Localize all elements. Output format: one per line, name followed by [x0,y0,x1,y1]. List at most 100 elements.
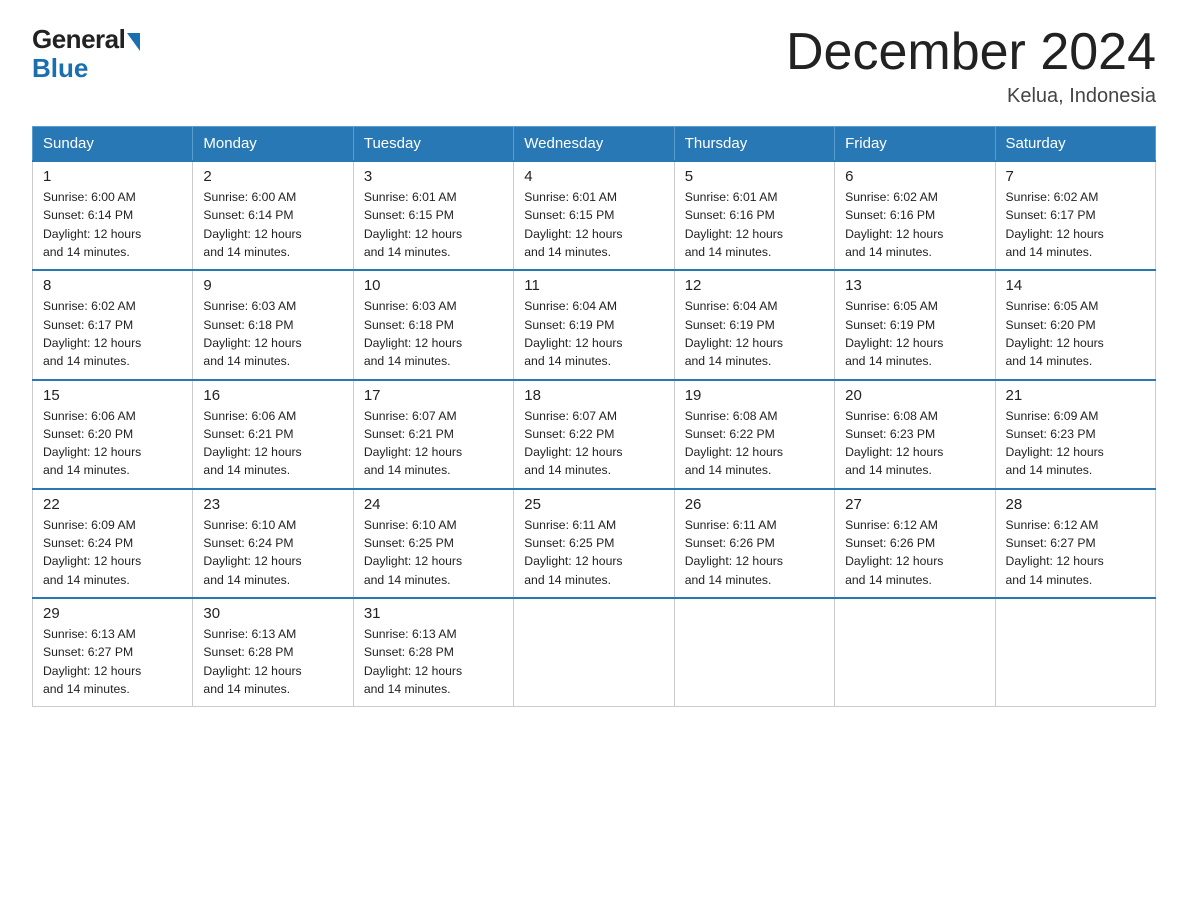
calendar-cell [514,598,674,707]
calendar-cell: 22 Sunrise: 6:09 AMSunset: 6:24 PMDayligh… [33,489,193,598]
calendar-cell: 12 Sunrise: 6:04 AMSunset: 6:19 PMDayligh… [674,270,834,379]
day-number: 26 [685,496,824,513]
day-info: Sunrise: 6:12 AMSunset: 6:27 PMDaylight:… [1006,516,1145,589]
logo: General Blue [32,24,140,84]
day-info: Sunrise: 6:03 AMSunset: 6:18 PMDaylight:… [203,297,342,370]
day-number: 15 [43,387,182,404]
day-number: 16 [203,387,342,404]
calendar-cell [835,598,995,707]
week-row-3: 15Sunrise: 6:06 AMSunset: 6:20 PMDayligh… [33,380,1156,489]
calendar-cell: 17 Sunrise: 6:07 AMSunset: 6:21 PMDayligh… [353,380,513,489]
day-number: 30 [203,605,342,622]
day-info: Sunrise: 6:13 AMSunset: 6:27 PMDaylight:… [43,625,182,698]
day-info: Sunrise: 6:06 AMSunset: 6:21 PMDaylight:… [203,407,342,480]
calendar-cell: 25Sunrise: 6:11 AMSunset: 6:25 PMDayligh… [514,489,674,598]
calendar-cell [995,598,1155,707]
day-number: 25 [524,496,663,513]
calendar-cell: 18 Sunrise: 6:07 AMSunset: 6:22 PMDayligh… [514,380,674,489]
day-number: 14 [1006,277,1145,294]
day-number: 3 [364,168,503,185]
day-number: 1 [43,168,182,185]
day-header-saturday: Saturday [995,127,1155,162]
day-header-tuesday: Tuesday [353,127,513,162]
day-number: 22 [43,496,182,513]
calendar-cell: 1Sunrise: 6:00 AMSunset: 6:14 PMDaylight… [33,161,193,270]
calendar-cell [674,598,834,707]
week-row-5: 29Sunrise: 6:13 AMSunset: 6:27 PMDayligh… [33,598,1156,707]
logo-arrow-icon [127,33,140,51]
calendar-cell: 20 Sunrise: 6:08 AMSunset: 6:23 PMDayligh… [835,380,995,489]
calendar-cell: 10 Sunrise: 6:03 AMSunset: 6:18 PMDayligh… [353,270,513,379]
day-number: 21 [1006,387,1145,404]
day-info: Sunrise: 6:13 AMSunset: 6:28 PMDaylight:… [203,625,342,698]
day-number: 2 [203,168,342,185]
day-info: Sunrise: 6:04 AMSunset: 6:19 PMDaylight:… [685,297,824,370]
day-info: Sunrise: 6:02 AMSunset: 6:17 PMDaylight:… [43,297,182,370]
day-number: 11 [524,277,663,294]
header-row: SundayMondayTuesdayWednesdayThursdayFrid… [33,127,1156,162]
day-number: 9 [203,277,342,294]
day-number: 31 [364,605,503,622]
day-info: Sunrise: 6:12 AMSunset: 6:26 PMDaylight:… [845,516,984,589]
day-number: 12 [685,277,824,294]
day-header-friday: Friday [835,127,995,162]
day-info: Sunrise: 6:01 AMSunset: 6:15 PMDaylight:… [364,188,503,261]
calendar-cell: 3 Sunrise: 6:01 AMSunset: 6:15 PMDaylight… [353,161,513,270]
page-header: General Blue December 2024 Kelua, Indone… [32,24,1156,108]
day-number: 19 [685,387,824,404]
calendar-cell: 15Sunrise: 6:06 AMSunset: 6:20 PMDayligh… [33,380,193,489]
day-info: Sunrise: 6:01 AMSunset: 6:16 PMDaylight:… [685,188,824,261]
week-row-4: 22 Sunrise: 6:09 AMSunset: 6:24 PMDayligh… [33,489,1156,598]
day-info: Sunrise: 6:03 AMSunset: 6:18 PMDaylight:… [364,297,503,370]
calendar-cell: 26 Sunrise: 6:11 AMSunset: 6:26 PMDayligh… [674,489,834,598]
day-header-wednesday: Wednesday [514,127,674,162]
calendar-table: SundayMondayTuesdayWednesdayThursdayFrid… [32,126,1156,707]
calendar-cell: 16 Sunrise: 6:06 AMSunset: 6:21 PMDayligh… [193,380,353,489]
calendar-cell: 2 Sunrise: 6:00 AMSunset: 6:14 PMDaylight… [193,161,353,270]
day-info: Sunrise: 6:10 AMSunset: 6:25 PMDaylight:… [364,516,503,589]
day-number: 27 [845,496,984,513]
calendar-cell: 19Sunrise: 6:08 AMSunset: 6:22 PMDayligh… [674,380,834,489]
day-info: Sunrise: 6:07 AMSunset: 6:21 PMDaylight:… [364,407,503,480]
day-number: 20 [845,387,984,404]
day-number: 7 [1006,168,1145,185]
day-number: 28 [1006,496,1145,513]
day-info: Sunrise: 6:07 AMSunset: 6:22 PMDaylight:… [524,407,663,480]
calendar-cell: 5 Sunrise: 6:01 AMSunset: 6:16 PMDaylight… [674,161,834,270]
calendar-cell: 31 Sunrise: 6:13 AMSunset: 6:28 PMDayligh… [353,598,513,707]
day-number: 18 [524,387,663,404]
calendar-cell: 21Sunrise: 6:09 AMSunset: 6:23 PMDayligh… [995,380,1155,489]
title-block: December 2024 Kelua, Indonesia [786,24,1156,108]
day-info: Sunrise: 6:08 AMSunset: 6:23 PMDaylight:… [845,407,984,480]
day-number: 23 [203,496,342,513]
day-info: Sunrise: 6:11 AMSunset: 6:26 PMDaylight:… [685,516,824,589]
calendar-cell: 24 Sunrise: 6:10 AMSunset: 6:25 PMDayligh… [353,489,513,598]
calendar-cell: 27 Sunrise: 6:12 AMSunset: 6:26 PMDayligh… [835,489,995,598]
month-title: December 2024 [786,24,1156,81]
day-number: 5 [685,168,824,185]
day-info: Sunrise: 6:02 AMSunset: 6:17 PMDaylight:… [1006,188,1145,261]
calendar-cell: 14Sunrise: 6:05 AMSunset: 6:20 PMDayligh… [995,270,1155,379]
week-row-1: 1 Sunrise: 6:00 AMSunset: 6:14 PMDaylight… [33,161,1156,270]
calendar-cell: 13 Sunrise: 6:05 AMSunset: 6:19 PMDayligh… [835,270,995,379]
day-header-monday: Monday [193,127,353,162]
day-number: 24 [364,496,503,513]
day-header-thursday: Thursday [674,127,834,162]
location-title: Kelua, Indonesia [786,85,1156,108]
calendar-cell: 6Sunrise: 6:02 AMSunset: 6:16 PMDaylight… [835,161,995,270]
calendar-cell: 23Sunrise: 6:10 AMSunset: 6:24 PMDayligh… [193,489,353,598]
day-info: Sunrise: 6:00 AMSunset: 6:14 PMDaylight:… [203,188,342,261]
day-info: Sunrise: 6:09 AMSunset: 6:24 PMDaylight:… [43,516,182,589]
day-info: Sunrise: 6:04 AMSunset: 6:19 PMDaylight:… [524,297,663,370]
day-info: Sunrise: 6:05 AMSunset: 6:19 PMDaylight:… [845,297,984,370]
calendar-cell: 11 Sunrise: 6:04 AMSunset: 6:19 PMDayligh… [514,270,674,379]
day-number: 17 [364,387,503,404]
calendar-cell: 28 Sunrise: 6:12 AMSunset: 6:27 PMDayligh… [995,489,1155,598]
day-info: Sunrise: 6:13 AMSunset: 6:28 PMDaylight:… [364,625,503,698]
day-number: 6 [845,168,984,185]
day-info: Sunrise: 6:01 AMSunset: 6:15 PMDaylight:… [524,188,663,261]
day-number: 13 [845,277,984,294]
day-number: 10 [364,277,503,294]
week-row-2: 8Sunrise: 6:02 AMSunset: 6:17 PMDaylight… [33,270,1156,379]
day-number: 4 [524,168,663,185]
